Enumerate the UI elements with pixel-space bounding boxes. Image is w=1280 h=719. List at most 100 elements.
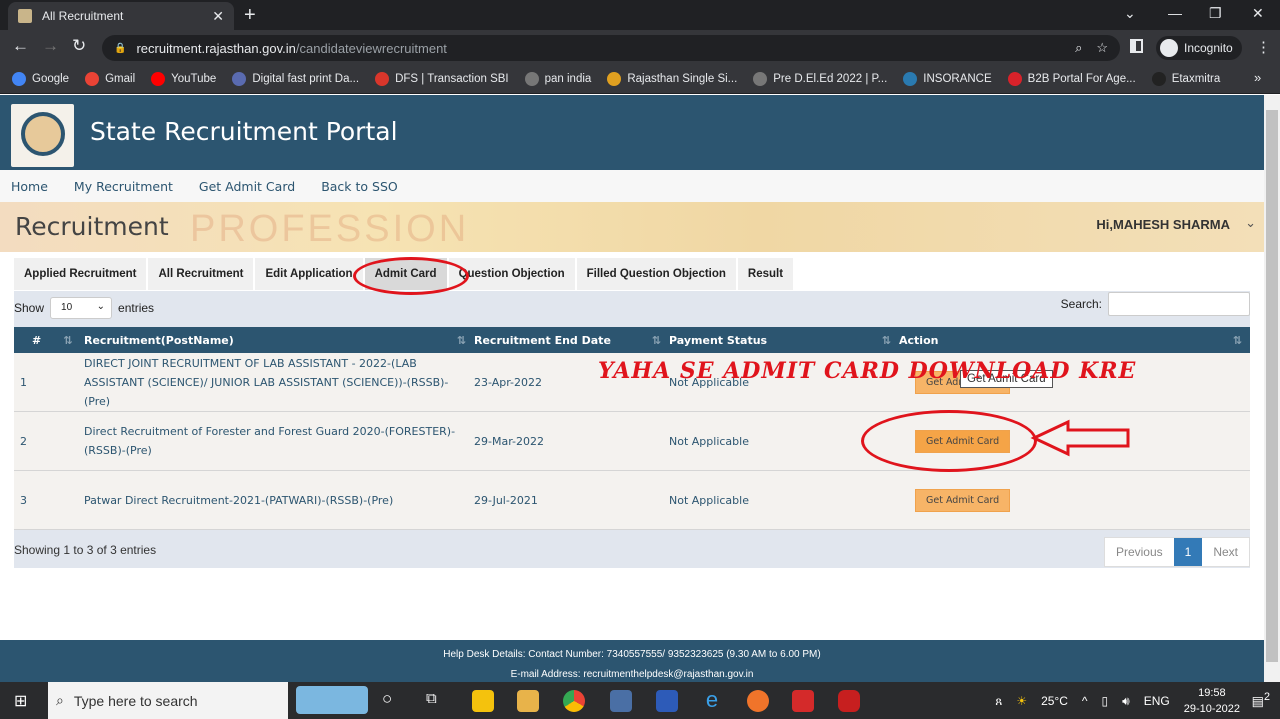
side-panel-icon[interactable] [1130, 39, 1143, 53]
tab-edit-application[interactable]: Edit Application [255, 258, 363, 290]
table-header: # ⇅ Recruitment(PostName) ⇅ Recruitment En… [14, 327, 1250, 353]
annotation-arrow-icon [1030, 419, 1130, 457]
entries-info: Showing 1 to 3 of 3 entries [14, 543, 157, 557]
row-num: 3 [20, 493, 27, 507]
bookmark-item[interactable]: DFS | Transaction SBI [375, 71, 509, 86]
bookmark-item[interactable]: Digital fast print Da... [232, 71, 359, 86]
post-name: DIRECT JOINT RECRUITMENT OF LAB ASSISTAN… [84, 356, 449, 408]
bookmark-star-icon[interactable]: ☆ [1096, 40, 1108, 56]
bookmark-favicon-icon [607, 71, 622, 86]
menu-icon[interactable]: ⋮ [1256, 38, 1271, 56]
bookmark-item[interactable]: pan india [524, 71, 591, 86]
search-input[interactable] [1108, 292, 1250, 316]
close-tab-icon[interactable]: ✕ [212, 8, 224, 25]
show-label: Show [14, 301, 45, 315]
search-icon: ⌕ [56, 692, 64, 708]
forward-icon[interactable]: → [42, 36, 59, 56]
table-row: 3 Patwar Direct Recruitment-2021-(PATWAR… [14, 471, 1250, 530]
col-action[interactable]: Action ⇅ [899, 334, 1250, 347]
nav-get-admit-card[interactable]: Get Admit Card [199, 179, 295, 194]
task-view-icon[interactable]: ⧉ [426, 690, 437, 707]
lock-icon: 🔒 [114, 42, 127, 54]
chevron-down-icon[interactable]: ⌄ [1245, 215, 1256, 231]
browser-tab[interactable]: All Recruitment ✕ [8, 2, 234, 30]
chevron-up-icon[interactable]: ^ [1082, 694, 1088, 708]
bookmark-item[interactable]: INSORANCE [903, 71, 992, 86]
incognito-badge[interactable]: Incognito [1156, 36, 1242, 60]
address-bar[interactable]: 🔒 recruitment.rajasthan.gov.in/candidatev… [102, 35, 1120, 61]
search-label: Search: [1060, 297, 1102, 311]
page-1-button[interactable]: 1 [1173, 538, 1203, 566]
more-bookmarks-icon[interactable]: » [1254, 70, 1261, 85]
user-greeting[interactable]: Hi,MAHESH SHARMA [1096, 217, 1230, 232]
end-date: 29-Mar-2022 [474, 434, 544, 448]
file-explorer-icon[interactable] [517, 690, 539, 712]
bookmark-label: Google [32, 72, 70, 85]
nav-home[interactable]: Home [11, 179, 48, 194]
bookmark-item[interactable]: B2B Portal For Age... [1007, 71, 1136, 86]
clock[interactable]: 19:58 29-10-2022 [1184, 685, 1240, 717]
app-icon[interactable] [792, 690, 814, 712]
app-icon[interactable] [610, 690, 632, 712]
sort-icon: ⇅ [1232, 333, 1242, 347]
zoom-icon[interactable]: ⌕ [1075, 40, 1082, 56]
scrollbar-thumb[interactable] [1266, 110, 1278, 662]
weather-icon[interactable]: ☀ [1016, 694, 1027, 708]
tab-applied-recruitment[interactable]: Applied Recruitment [14, 258, 147, 290]
col-payment[interactable]: Payment Status ⇅ [669, 334, 899, 347]
bookmark-item[interactable]: Pre D.El.Ed 2022 | P... [753, 71, 887, 86]
bookmark-item[interactable]: Google [12, 71, 70, 86]
next-button[interactable]: Next [1202, 538, 1249, 566]
helpdesk-text: Help Desk Details: Contact Number: 73405… [443, 649, 821, 660]
entries-select[interactable]: 10 ⌄ [50, 297, 113, 319]
restore-button[interactable]: ❐ [1209, 5, 1222, 22]
row-num: 2 [20, 434, 27, 448]
app-icon[interactable] [838, 690, 860, 712]
bookmark-item[interactable]: Etaxmitra [1151, 71, 1221, 86]
minimize-button[interactable]: — [1168, 5, 1182, 21]
nav-back-to-sso[interactable]: Back to SSO [321, 179, 398, 194]
sticky-notes-icon[interactable] [472, 690, 494, 712]
col-post[interactable]: Recruitment(PostName) ⇅ [84, 331, 474, 350]
nav-my-recruitment[interactable]: My Recruitment [74, 179, 173, 194]
volume-icon[interactable]: 🔊︎ [1122, 694, 1130, 709]
app-icon[interactable] [656, 690, 678, 712]
taskbar-search[interactable]: ⌕ Type here to search [48, 682, 288, 719]
chrome-icon[interactable] [563, 690, 585, 712]
annotation-circle-button [861, 410, 1037, 472]
internet-explorer-icon[interactable]: e [701, 689, 723, 712]
bookmarks-bar: Google Gmail YouTube Digital fast print Da.… [0, 64, 1280, 94]
tab-search-icon[interactable]: ⌄ [1124, 5, 1136, 22]
tab-all-recruitment[interactable]: All Recruitment [148, 258, 254, 290]
profile-label: Incognito [1184, 41, 1233, 55]
site-header: State Recruitment Portal [0, 95, 1264, 170]
language[interactable]: ENG [1144, 694, 1170, 708]
close-window-button[interactable]: ✕ [1252, 5, 1264, 22]
people-icon[interactable]: ጸ [995, 694, 1002, 709]
bookmark-favicon-icon [151, 71, 166, 86]
col-end-date[interactable]: Recruitment End Date ⇅ [474, 334, 669, 347]
tab-filled-question-objection[interactable]: Filled Question Objection [576, 258, 736, 290]
bookmark-favicon-icon [375, 71, 390, 86]
bookmark-favicon-icon [903, 71, 918, 86]
notifications-icon[interactable]: ▤2 [1252, 691, 1270, 709]
tab-result[interactable]: Result [737, 258, 794, 290]
cortana-icon[interactable]: ○ [382, 689, 392, 709]
bookmark-item[interactable]: Rajasthan Single Si... [607, 71, 738, 86]
bookmark-item[interactable]: YouTube [151, 71, 216, 86]
previous-button[interactable]: Previous [1105, 538, 1174, 566]
system-tray: ጸ ☀ 25°C ^ ▯ 🔊︎ ENG 19:58 29-10-2022 [995, 684, 1240, 718]
bookmark-item[interactable]: Gmail [85, 71, 136, 86]
back-icon[interactable]: ← [12, 36, 29, 56]
firefox-icon[interactable] [747, 690, 769, 712]
col-num[interactable]: # ⇅ [14, 334, 84, 347]
get-admit-card-button[interactable]: Get Admit Card [915, 488, 1011, 512]
bookmark-label: Rajasthan Single Si... [627, 72, 738, 85]
temperature[interactable]: 25°C [1041, 694, 1068, 708]
network-icon[interactable]: ▯ [1102, 694, 1109, 708]
bookmark-label: Gmail [105, 72, 136, 85]
windows-start-icon[interactable]: ⊞ [14, 691, 27, 711]
reload-icon[interactable]: ↻ [72, 36, 86, 56]
new-tab-button[interactable]: + [244, 4, 256, 27]
bookmark-label: Etaxmitra [1171, 72, 1221, 85]
